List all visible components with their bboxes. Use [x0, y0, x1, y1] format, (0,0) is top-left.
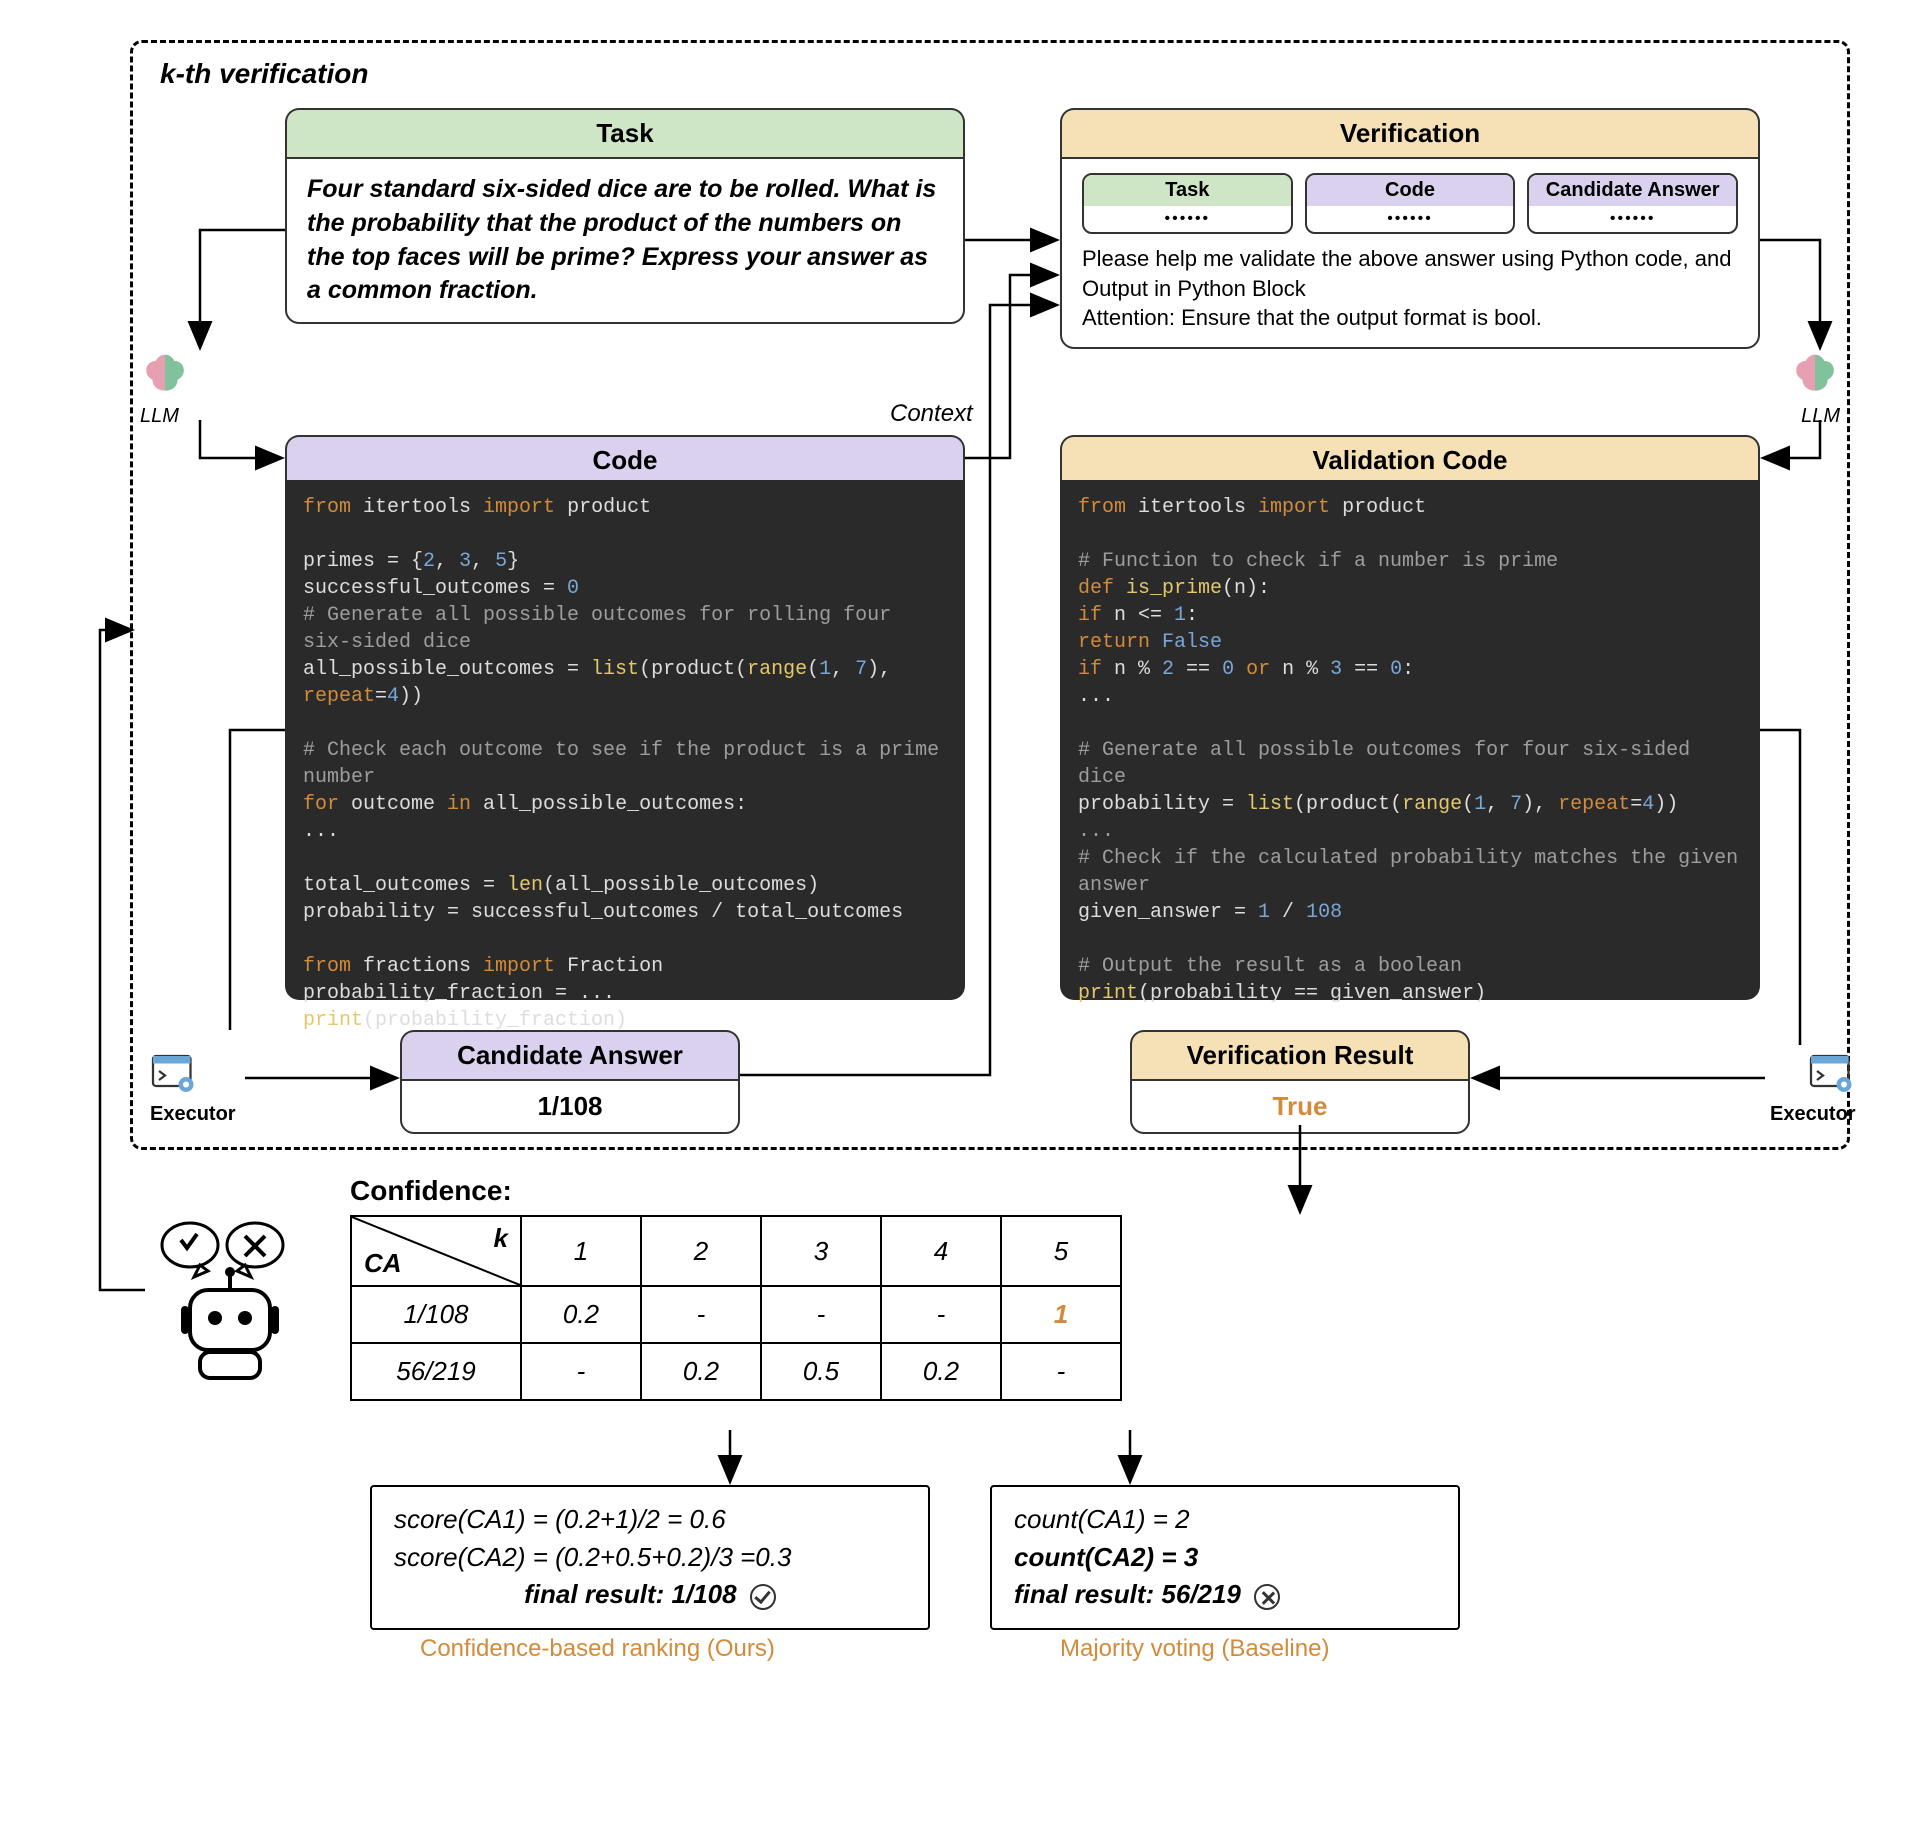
validation-code-header: Validation Code	[1060, 435, 1760, 484]
code-card: Code	[285, 435, 965, 484]
verification-text2: Attention: Ensure that the output format…	[1082, 303, 1738, 333]
code-block: from itertools import product primes = {…	[285, 480, 965, 1000]
mini-task: Task ••••••	[1082, 173, 1293, 234]
brain-icon	[1790, 350, 1840, 400]
code-header: Code	[285, 435, 965, 484]
task-text: Four standard six-sided dice are to be r…	[285, 157, 965, 324]
task-card: Task Four standard six-sided dice are to…	[285, 108, 965, 324]
confidence-table: k CA 1 2 3 4 5 1/108 0.2 - - - 1 56/219 …	[350, 1215, 1122, 1401]
validation-code-block: from itertools import product # Function…	[1060, 480, 1760, 1000]
task-header: Task	[285, 108, 965, 157]
baseline-caption: Majority voting (Baseline)	[1060, 1635, 1329, 1663]
score-box-baseline: count(CA1) = 2 count(CA2) = 3 final resu…	[990, 1485, 1460, 1630]
kth-title: k-th verification	[160, 58, 368, 90]
executor-icon-right: Executor	[1770, 1050, 1856, 1126]
verification-text1: Please help me validate the above answer…	[1082, 244, 1738, 303]
verification-result-header: Verification Result	[1130, 1030, 1470, 1079]
verification-card: Verification Task •••••• Code •••••• Can…	[1060, 108, 1760, 349]
ours-caption: Confidence-based ranking (Ours)	[420, 1635, 775, 1663]
verification-result-card: Verification Result True	[1130, 1030, 1470, 1134]
mini-code: Code ••••••	[1305, 173, 1516, 234]
terminal-icon	[1808, 1050, 1856, 1098]
verification-result-value: True	[1130, 1079, 1470, 1134]
score-box-ours: score(CA1) = (0.2+1)/2 = 0.6 score(CA2) …	[370, 1485, 930, 1630]
candidate-answer-value: 1/108	[400, 1079, 740, 1134]
mini-candidate: Candidate Answer ••••••	[1527, 173, 1738, 234]
verification-header: Verification	[1060, 108, 1760, 157]
terminal-icon	[150, 1050, 198, 1098]
candidate-answer-card: Candidate Answer 1/108	[400, 1030, 740, 1134]
candidate-answer-header: Candidate Answer	[400, 1030, 740, 1079]
context-label: Context	[890, 400, 973, 428]
llm-icon-left: LLM	[140, 350, 190, 428]
executor-icon-left: Executor	[150, 1050, 236, 1126]
brain-icon	[140, 350, 190, 400]
validation-code-card: Validation Code	[1060, 435, 1760, 484]
llm-icon-right: LLM	[1790, 350, 1840, 428]
robot-icon	[145, 1210, 305, 1395]
confidence-title: Confidence:	[350, 1175, 512, 1207]
cross-icon	[1254, 1584, 1280, 1610]
check-icon	[750, 1584, 776, 1610]
